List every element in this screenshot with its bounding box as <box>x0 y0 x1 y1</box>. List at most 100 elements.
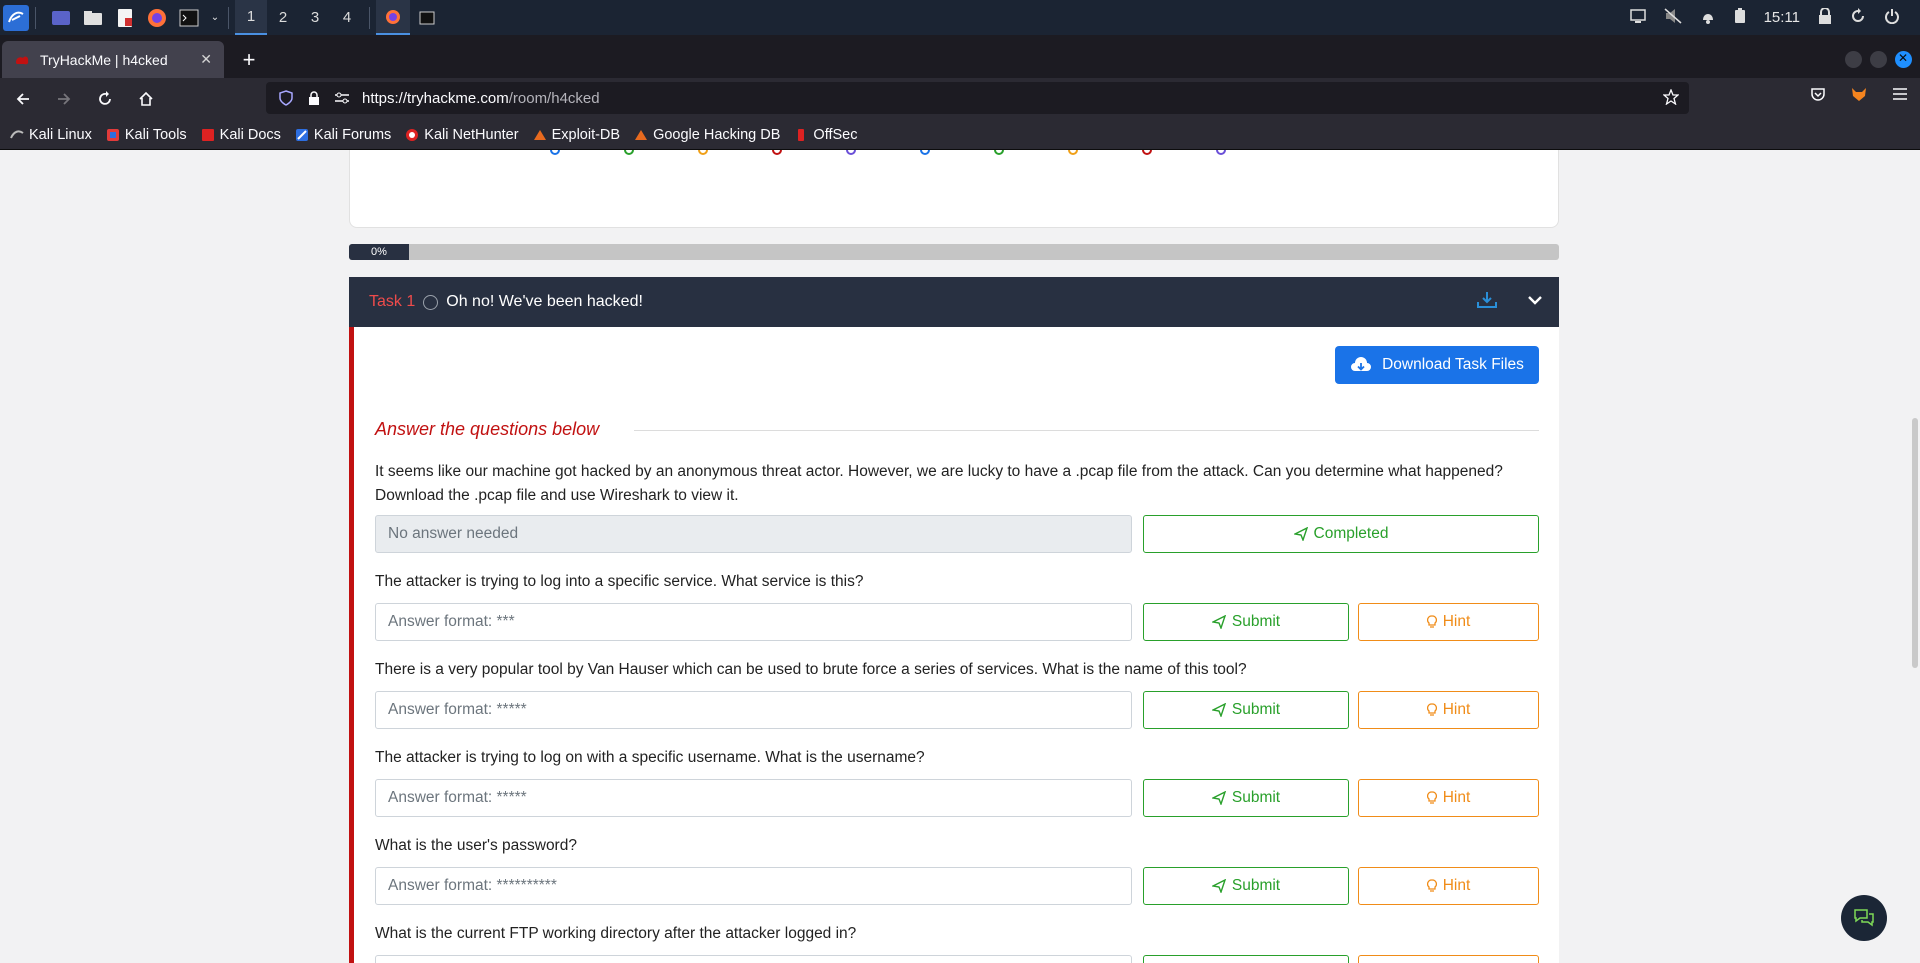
desktop-icon[interactable] <box>48 5 74 31</box>
hint-button-3[interactable]: Hint <box>1358 691 1539 729</box>
question-3-text: There is a very popular tool by Van Haus… <box>375 661 1247 678</box>
refresh-icon[interactable] <box>1850 7 1866 28</box>
submit-button-5[interactable]: Submit <box>1143 867 1349 905</box>
battery-icon[interactable] <box>1734 7 1746 28</box>
question-4-text: The attacker is trying to log on with a … <box>375 749 925 766</box>
lightbulb-icon <box>1426 879 1437 892</box>
os-taskbar: ⌄ 1 2 3 4 15:11 <box>0 0 1920 35</box>
reload-icon <box>99 91 111 105</box>
bell-icon[interactable] <box>1700 8 1716 28</box>
file-manager-icon[interactable] <box>80 5 106 31</box>
hint-button-2[interactable]: Hint <box>1358 603 1539 641</box>
bookmark-kali-tools[interactable]: Kali Tools <box>106 127 187 143</box>
bookmark-star-icon[interactable] <box>1662 88 1680 109</box>
kali-tools-icon <box>106 128 119 141</box>
page-scrollbar[interactable] <box>1908 150 1920 963</box>
submit-button-3[interactable]: Submit <box>1143 691 1349 729</box>
home-icon <box>139 91 153 106</box>
answer-input-4[interactable]: Answer format: ***** <box>375 779 1132 817</box>
url-path: /room/h4cked <box>508 89 600 107</box>
question-1-text: It seems like our machine got hacked by … <box>375 463 1503 504</box>
browser-tabstrip: TryHackMe | h4cked ✕ + <box>0 35 1920 78</box>
maximize-button[interactable] <box>1870 51 1887 68</box>
download-task-files-button[interactable]: Download Task Files <box>1335 346 1539 384</box>
task-status-circle-icon <box>423 294 439 310</box>
paper-plane-icon <box>1211 791 1226 805</box>
lightbulb-icon <box>1426 703 1437 716</box>
tag-dots <box>550 150 1226 155</box>
arrow-right-icon <box>58 93 71 105</box>
submit-button-2[interactable]: Submit <box>1143 603 1349 641</box>
answer-input-1[interactable]: No answer needed <box>375 515 1132 553</box>
power-icon[interactable] <box>1884 8 1900 28</box>
mute-icon[interactable] <box>1664 7 1682 28</box>
answer-input-2[interactable]: Answer format: *** <box>375 603 1132 641</box>
room-progress-bar: 0% <box>349 244 1559 260</box>
kali-menu-icon[interactable] <box>3 4 29 31</box>
bookmark-kali-forums[interactable]: Kali Forums <box>295 127 391 143</box>
bookmark-kali-linux[interactable]: Kali Linux <box>10 127 92 143</box>
home-button[interactable] <box>128 83 164 115</box>
url-host: https://tryhackme.com <box>362 89 509 107</box>
close-window-button[interactable] <box>1895 51 1912 68</box>
chevron-down-icon[interactable] <box>1527 293 1543 311</box>
url-bar[interactable]: https://tryhackme.com/room/h4cked <box>266 82 1689 114</box>
chat-support-button[interactable] <box>1841 895 1887 941</box>
room-info-card <box>349 150 1559 228</box>
kali-forums-icon <box>295 128 308 141</box>
permissions-icon[interactable] <box>334 90 350 106</box>
back-button[interactable] <box>5 83 41 115</box>
task-header[interactable]: Task 1 Oh no! We've been hacked! <box>349 277 1559 327</box>
task-title: Oh no! We've been hacked! <box>446 293 643 310</box>
paper-plane-icon <box>1211 615 1226 629</box>
workspace-1[interactable]: 1 <box>235 0 267 35</box>
display-icon[interactable] <box>1629 8 1646 27</box>
chevron-down-icon[interactable]: ⌄ <box>208 5 222 31</box>
answer-input-6[interactable] <box>375 955 1132 963</box>
chat-bubbles-icon <box>1854 909 1874 927</box>
firefox-window-icon[interactable] <box>376 0 410 35</box>
section-title: Answer the questions below <box>375 419 614 440</box>
hint-button-6[interactable] <box>1358 955 1539 963</box>
completed-button[interactable]: Completed <box>1143 515 1539 553</box>
bookmark-offsec[interactable]: OffSec <box>794 127 857 143</box>
kali-icon <box>10 129 24 138</box>
new-tab-button[interactable]: + <box>232 41 266 78</box>
firefox-icon[interactable] <box>144 5 170 31</box>
lock-icon[interactable] <box>1818 6 1832 28</box>
close-tab-icon[interactable]: ✕ <box>200 51 212 68</box>
workspace-4[interactable]: 4 <box>331 0 363 35</box>
download-icon[interactable] <box>1477 291 1497 314</box>
terminal-window-icon[interactable] <box>410 0 444 35</box>
question-5-text: What is the user's password? <box>375 837 577 854</box>
submit-button-6[interactable] <box>1143 955 1349 963</box>
hint-button-5[interactable]: Hint <box>1358 867 1539 905</box>
menu-icon[interactable] <box>1892 87 1908 106</box>
exploit-db-icon <box>533 129 546 140</box>
shield-icon[interactable] <box>278 90 294 106</box>
workspace-3[interactable]: 3 <box>299 0 331 35</box>
hint-button-4[interactable]: Hint <box>1358 779 1539 817</box>
answer-input-3[interactable]: Answer format: ***** <box>375 691 1132 729</box>
submit-button-4[interactable]: Submit <box>1143 779 1349 817</box>
extension-fox-icon[interactable] <box>1850 86 1868 107</box>
tab-tryhackme[interactable]: TryHackMe | h4cked ✕ <box>2 41 224 78</box>
forward-button[interactable] <box>46 83 82 115</box>
answer-input-5[interactable]: Answer format: ********** <box>375 867 1132 905</box>
pocket-icon[interactable] <box>1810 86 1826 107</box>
terminal-icon[interactable] <box>176 5 202 31</box>
kali-docs-icon <box>201 128 214 141</box>
bookmark-kali-docs[interactable]: Kali Docs <box>201 127 281 143</box>
task-number: Task 1 <box>369 293 416 310</box>
text-editor-icon[interactable] <box>112 5 138 31</box>
bookmark-exploit-db[interactable]: Exploit-DB <box>533 127 620 143</box>
bookmark-kali-nethunter[interactable]: Kali NetHunter <box>405 127 519 143</box>
minimize-button[interactable] <box>1845 51 1862 68</box>
scroll-thumb[interactable] <box>1912 418 1918 668</box>
section-divider <box>634 430 1539 431</box>
lock-icon[interactable] <box>306 90 322 106</box>
reload-button[interactable] <box>87 83 123 115</box>
workspace-2[interactable]: 2 <box>267 0 299 35</box>
question-2-text: The attacker is trying to log into a spe… <box>375 573 864 590</box>
bookmark-google-hacking-db[interactable]: Google Hacking DB <box>634 127 780 143</box>
